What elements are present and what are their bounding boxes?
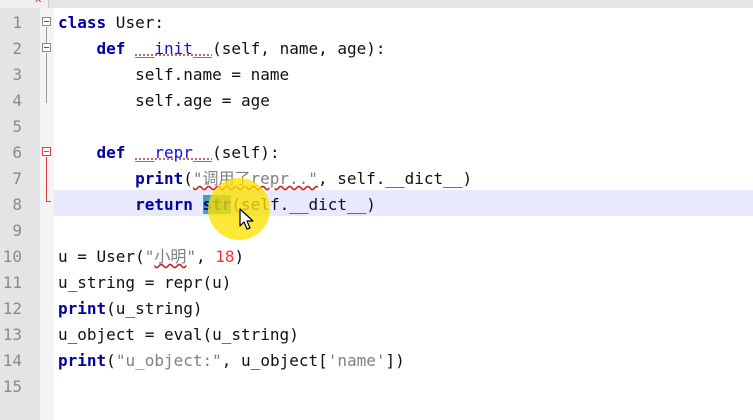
code-line-12: print(u_string) bbox=[58, 296, 203, 322]
line-number: 3 bbox=[12, 65, 22, 84]
code-text: User: bbox=[106, 13, 164, 32]
code-line-2: def __init__(self, name, age): bbox=[58, 36, 386, 62]
code-line-11: u_string = repr(u) bbox=[58, 270, 231, 296]
keyword: def bbox=[96, 39, 126, 58]
line-number: 8 bbox=[12, 195, 22, 214]
string-literal: 'name' bbox=[327, 351, 386, 370]
code-text: ]) bbox=[385, 351, 405, 370]
fold-guide bbox=[46, 157, 47, 201]
code-text: (self): bbox=[212, 143, 280, 162]
editor-tab-strip: ✕ bbox=[0, 0, 753, 9]
mouse-pointer-icon bbox=[239, 208, 254, 230]
line-number: 4 bbox=[12, 91, 22, 110]
fold-guide bbox=[46, 53, 47, 103]
line-number: 9 bbox=[12, 221, 22, 240]
fold-toggle-icon[interactable] bbox=[42, 43, 51, 52]
number-literal: 18 bbox=[215, 247, 235, 266]
line-number: 11 bbox=[2, 273, 22, 292]
code-text: ( bbox=[106, 351, 116, 370]
fold-toggle-icon[interactable] bbox=[42, 17, 51, 26]
method-name: __init__ bbox=[135, 39, 213, 58]
code-text: ( bbox=[183, 169, 193, 188]
code-editor[interactable]: class User: def __init__(self, name, age… bbox=[58, 8, 753, 420]
line-number: 5 bbox=[12, 117, 22, 136]
code-line-7: print("调用了repr..", self.__dict__) bbox=[58, 166, 472, 192]
keyword: print bbox=[58, 299, 107, 318]
keyword: class bbox=[58, 13, 107, 32]
code-line-6: def __repr__(self): bbox=[58, 140, 280, 166]
code-line-14: print("u_object:", u_object['name']) bbox=[58, 348, 405, 374]
line-number: 12 bbox=[2, 299, 22, 318]
line-number: 10 bbox=[2, 247, 22, 266]
code-text: (u_string) bbox=[106, 299, 203, 318]
string-literal: "u_object:" bbox=[115, 351, 222, 370]
code-text: , bbox=[196, 247, 216, 266]
fold-end-marker bbox=[46, 201, 51, 202]
code-text: (self, name, age): bbox=[212, 39, 386, 58]
line-number: 13 bbox=[2, 325, 22, 344]
line-number: 15 bbox=[2, 377, 22, 396]
method-name: __repr__ bbox=[135, 143, 213, 162]
keyword: print bbox=[58, 351, 107, 370]
code-line-1: class User: bbox=[58, 10, 164, 36]
code-text: ) bbox=[234, 247, 245, 266]
code-text: u_object = eval(u_string) bbox=[58, 325, 299, 344]
code-text: self.name = name bbox=[135, 65, 290, 84]
code-text: self.age = age bbox=[135, 91, 270, 110]
code-text: , u_object[ bbox=[221, 351, 328, 370]
code-line-3: self.name = name bbox=[58, 62, 289, 88]
keyword: return bbox=[135, 195, 193, 214]
code-line-4: self.age = age bbox=[58, 88, 270, 114]
tab-close-icon[interactable]: ✕ bbox=[34, 0, 42, 6]
string-literal: " bbox=[186, 247, 196, 266]
fold-margin bbox=[40, 8, 54, 420]
code-line-13: u_object = eval(u_string) bbox=[58, 322, 299, 348]
line-number: 2 bbox=[12, 39, 22, 58]
keyword: print bbox=[135, 169, 184, 188]
line-number: 6 bbox=[12, 143, 22, 162]
line-number: 1 bbox=[12, 13, 22, 32]
line-number: 14 bbox=[2, 351, 22, 370]
line-number-gutter: 1 2 3 4 5 6 7 8 9 10 11 12 13 14 15 bbox=[0, 8, 40, 420]
code-text: , self.__dict__) bbox=[317, 169, 473, 188]
code-text: u_string = repr(u) bbox=[58, 273, 232, 292]
keyword: def bbox=[96, 143, 126, 162]
string-literal: 小明 bbox=[154, 247, 187, 266]
code-text: u = User( bbox=[58, 247, 145, 266]
string-literal: " bbox=[144, 247, 155, 266]
line-number: 7 bbox=[12, 169, 22, 188]
code-line-10: u = User("小明", 18) bbox=[58, 244, 244, 270]
fold-toggle-icon[interactable] bbox=[42, 147, 51, 156]
